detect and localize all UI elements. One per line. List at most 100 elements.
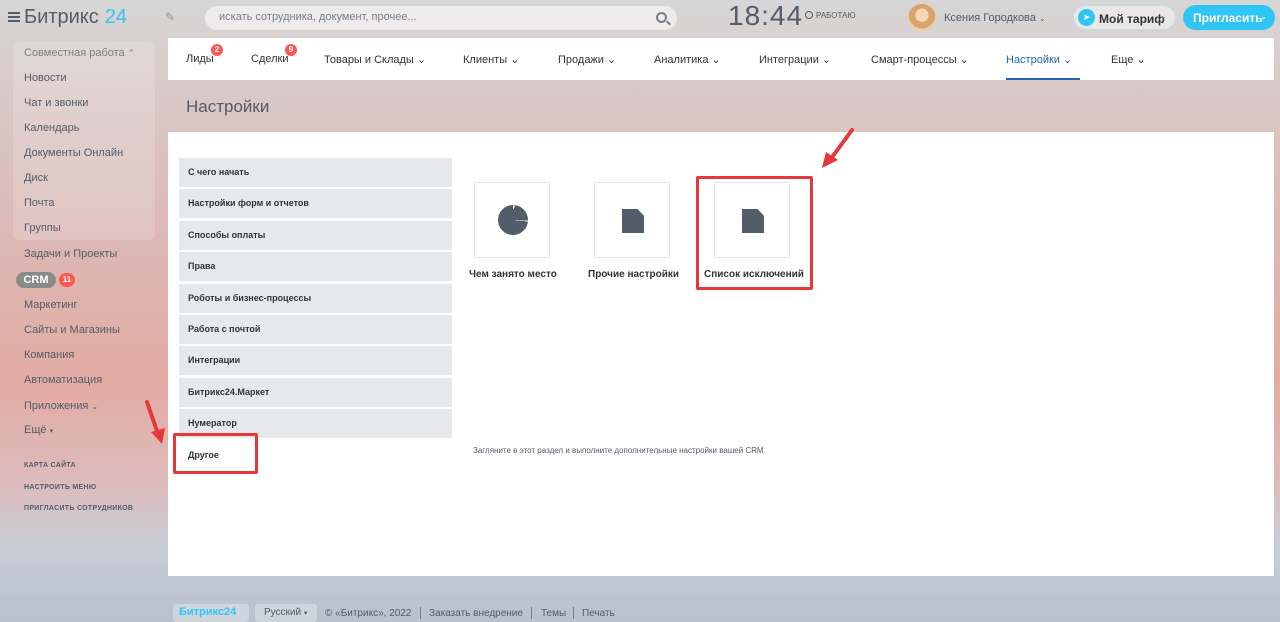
file-icon	[622, 209, 644, 233]
annotation-arrow-icon	[822, 128, 854, 168]
chevron-down-icon: ⌄	[1260, 12, 1267, 21]
left-sidebar: Совместная работа ⌃ Новости Чат и звонки…	[0, 38, 168, 578]
caret-down-icon: ▾	[49, 428, 54, 435]
annotation-arrow-icon	[145, 400, 165, 444]
star-icon[interactable]: ☆	[276, 100, 289, 117]
footer-print[interactable]: Печать	[582, 608, 615, 619]
tab-settings-label: Настройки	[1006, 54, 1060, 66]
sidebar-item-tasks[interactable]: Задачи и Проекты	[24, 248, 117, 260]
tab-more[interactable]: Еще ⌄	[1111, 53, 1146, 66]
invite-label: Пригласить	[1193, 11, 1263, 25]
footer-logo-text: Битрикс24	[179, 606, 237, 618]
tab-products-label: Товары и Склады	[324, 54, 414, 66]
leads-badge: 2	[211, 44, 223, 56]
language-selector[interactable]: Русский ▾	[255, 604, 317, 622]
tile-disk-usage-label[interactable]: Чем занято место	[469, 269, 557, 280]
tab-clients[interactable]: Клиенты ⌄	[463, 53, 519, 66]
footer-order-implementation[interactable]: Заказать внедрение	[429, 608, 523, 619]
footer-separator	[573, 607, 574, 619]
sidebar-item-more[interactable]: Ещё ▾	[24, 424, 53, 436]
sidebar-item-sites[interactable]: Сайты и Магазины	[24, 324, 120, 336]
tile-disk-usage[interactable]	[474, 182, 550, 258]
top-bar: Битрикс 24 ✎ искать сотрудника, документ,…	[0, 0, 1280, 38]
logo-text: Битрикс	[24, 6, 99, 28]
invite-button[interactable]: Пригласить ⌄	[1183, 5, 1275, 30]
active-tab-underline	[1006, 78, 1080, 80]
sidebar-item-crm[interactable]: CRM	[16, 272, 56, 288]
chevron-down-icon: ⌄	[1063, 54, 1073, 66]
search-placeholder: искать сотрудника, документ, прочее...	[219, 11, 417, 23]
deals-badge: 9	[285, 44, 297, 56]
language-label: Русский ▾	[264, 607, 307, 618]
chevron-down-icon: ⌄	[91, 402, 99, 411]
sidebar-group-label: Совместная работа	[24, 47, 125, 59]
highlight-box-exclusion-list	[696, 176, 813, 290]
tab-deals[interactable]: Сделки	[251, 53, 289, 65]
sidebar-item-more-label: Ещё	[24, 424, 47, 436]
footer-logo[interactable]: Битрикс24	[173, 604, 249, 622]
chevron-down-icon: ⌄	[607, 54, 617, 66]
caret-down-icon: ▾	[303, 610, 308, 617]
chevron-down-icon: ⌄	[821, 54, 832, 66]
clock: 18:44	[728, 0, 804, 31]
sidebar-item-marketing[interactable]: Маркетинг	[24, 299, 77, 311]
search-icon[interactable]	[656, 12, 667, 23]
sidebar-item-docs[interactable]: Документы Онлайн	[24, 147, 123, 159]
sidebar-item-news[interactable]: Новости	[24, 72, 67, 84]
logo-number: 24	[104, 6, 127, 28]
sidebar-item-mail[interactable]: Почта	[24, 197, 55, 209]
sidebar-item-company[interactable]: Компания	[24, 349, 74, 361]
avatar[interactable]	[908, 4, 936, 32]
settings-menu-forms-reports[interactable]: Настройки форм и отчетов	[179, 189, 452, 218]
tab-sales[interactable]: Продажи ⌄	[558, 53, 616, 66]
crm-counter-badge: 11	[59, 273, 75, 287]
settings-menu-permissions[interactable]: Права	[179, 252, 452, 281]
tab-sales-label: Продажи	[558, 54, 604, 66]
chevron-down-icon: ⌄	[1038, 14, 1046, 23]
tab-smart-processes-label: Смарт-процессы	[871, 54, 957, 66]
settings-menu-mail[interactable]: Работа с почтой	[179, 315, 452, 344]
sidebar-group-collaboration[interactable]: Совместная работа ⌃	[24, 47, 135, 59]
tariff-button[interactable]: ➤ Мой тариф ⌄	[1073, 5, 1176, 30]
rocket-icon: ➤	[1078, 9, 1095, 26]
highlight-box-other	[173, 433, 258, 474]
chevron-down-icon: ⌄	[959, 54, 969, 66]
edit-logo-icon[interactable]: ✎	[165, 10, 175, 24]
tab-leads[interactable]: Лиды	[186, 53, 214, 65]
sitemap-link[interactable]: КАРТА САЙТА	[24, 462, 76, 469]
configure-menu-link[interactable]: НАСТРОИТЬ МЕНЮ	[24, 484, 96, 491]
footer-themes[interactable]: Темы	[541, 608, 566, 619]
work-status[interactable]: РАБОТАЮ	[805, 11, 856, 20]
section-hint: Загляните в этот раздел и выполните допо…	[473, 446, 766, 455]
tab-settings[interactable]: Настройки ⌄	[1006, 53, 1072, 66]
sidebar-item-automation[interactable]: Автоматизация	[24, 374, 102, 386]
sidebar-item-disk[interactable]: Диск	[24, 172, 48, 184]
tile-other-settings[interactable]	[594, 182, 670, 258]
work-status-icon	[805, 11, 813, 19]
chevron-down-icon: ⌄	[1160, 12, 1167, 21]
invite-employees-link[interactable]: ПРИГЛАСИТЬ СОТРУДНИКОВ	[24, 505, 133, 512]
language-value: Русский	[264, 607, 302, 618]
menu-icon[interactable]	[8, 12, 20, 22]
sidebar-item-groups[interactable]: Группы	[24, 222, 61, 234]
settings-menu-getting-started[interactable]: С чего начать	[179, 158, 452, 187]
tab-clients-label: Клиенты	[463, 54, 508, 66]
sidebar-item-apps[interactable]: Приложения ⌄	[24, 400, 98, 412]
tab-more-label: Еще	[1111, 54, 1134, 66]
settings-menu-market[interactable]: Битрикс24.Маркет	[179, 378, 452, 407]
settings-menu-payment[interactable]: Способы оплаты	[179, 221, 452, 250]
tab-products[interactable]: Товары и Склады ⌄	[324, 53, 426, 66]
tab-integrations[interactable]: Интеграции ⌄	[759, 53, 831, 66]
user-menu[interactable]: Ксения Городкова ⌄	[944, 12, 1046, 24]
pie-chart-icon	[498, 205, 528, 235]
sidebar-item-chat[interactable]: Чат и звонки	[24, 97, 88, 109]
chevron-down-icon: ⌄	[416, 54, 427, 66]
tab-analytics[interactable]: Аналитика ⌄	[654, 53, 721, 66]
tile-other-settings-label[interactable]: Прочие настройки	[588, 269, 679, 280]
sidebar-item-calendar[interactable]: Календарь	[24, 122, 80, 134]
settings-menu-robots[interactable]: Роботы и бизнес-процессы	[179, 284, 452, 313]
logo[interactable]: Битрикс 24	[24, 6, 127, 29]
settings-menu-integrations[interactable]: Интеграции	[179, 346, 452, 375]
search-input[interactable]: искать сотрудника, документ, прочее...	[205, 6, 677, 30]
tab-smart-processes[interactable]: Смарт-процессы ⌄	[871, 53, 969, 66]
